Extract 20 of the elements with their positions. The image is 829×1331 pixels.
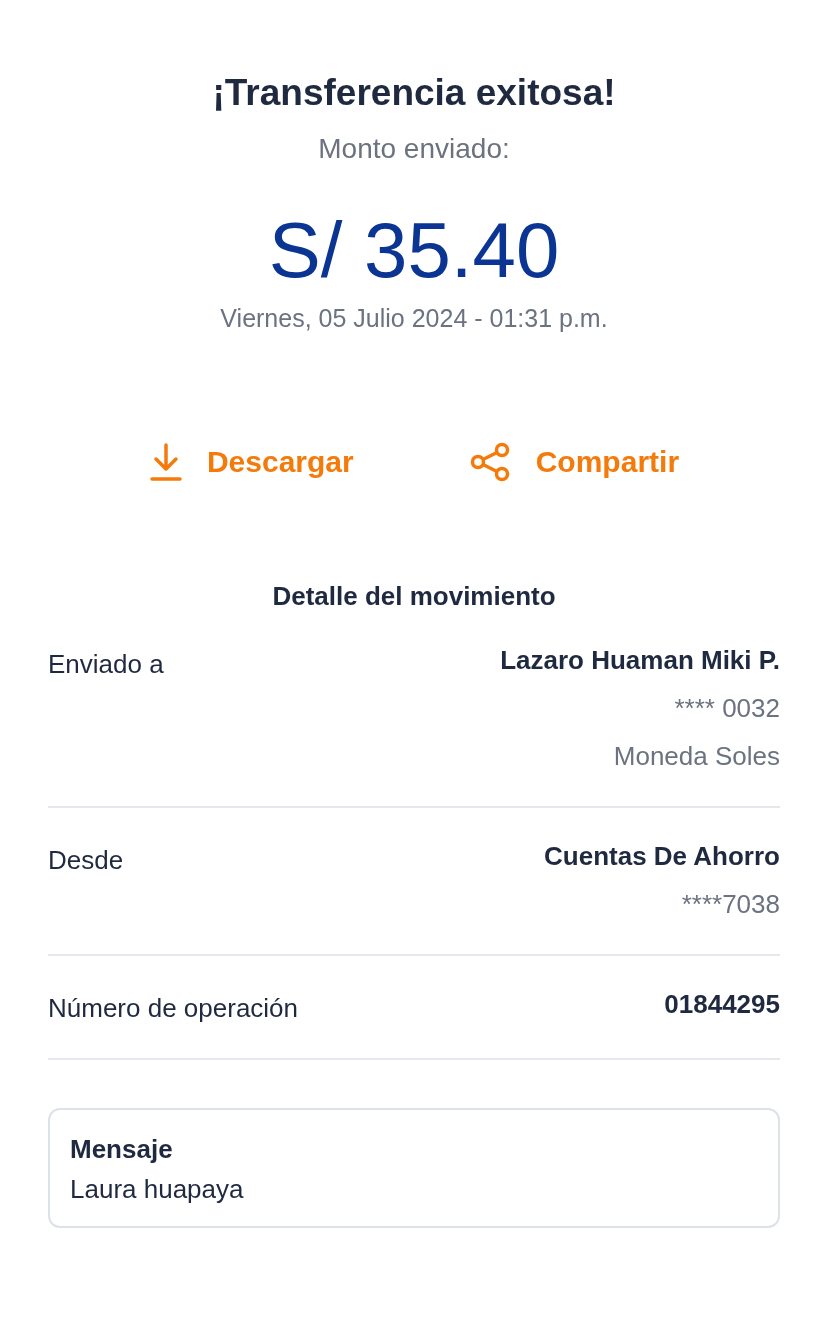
download-icon [148,442,183,482]
transfer-date: Viernes, 05 Julio 2024 - 01:31 p.m. [219,303,609,334]
detail-value: Lazaro Huaman Miki P. [500,644,780,676]
detail-value: Moneda Soles [613,740,780,772]
detail-value: ****7038 [681,888,780,920]
share-icon [469,442,512,482]
message-text: Laura huapaya [70,1173,245,1206]
share-button[interactable]: Compartir [469,442,680,482]
section-title: Detalle del movimiento [271,580,557,612]
success-title: ¡Transferencia exitosa! [211,71,617,115]
amount-value: S/ 35.40 [267,206,561,294]
detail-value: **** 0032 [674,692,780,724]
detail-label: Desde [48,844,124,876]
detail-value: 01844295 [664,988,780,1020]
detail-value: Cuentas De Ahorro [544,840,780,872]
download-button[interactable]: Descargar [148,442,354,482]
detail-label: Enviado a [48,648,164,680]
message-label: Mensaje [70,1133,174,1166]
amount-label: Monto enviado: [317,132,511,166]
detail-label: Número de operación [48,992,299,1024]
